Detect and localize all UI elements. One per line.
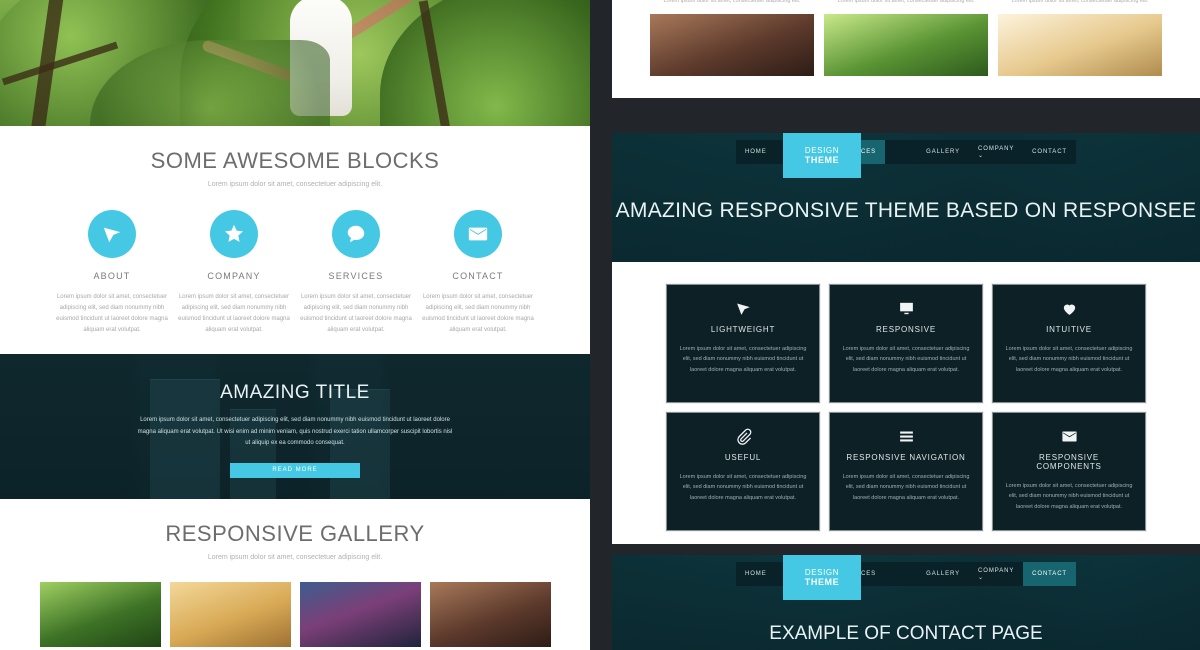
gallery-caption: Lorem ipsum dolor sit amet, consectetuer… [837,0,975,4]
gallery-item[interactable] [824,14,988,76]
hero-headline: AMAZING RESPONSIVE THEME BASED ON RESPON… [615,199,1197,222]
chat-bubble-icon [332,210,380,258]
feature-text: Lorem ipsum dolor sit amet, consectetuer… [1005,346,1133,373]
block-text: Lorem ipsum dolor sit amet, consectetuer… [422,294,534,334]
gallery-item[interactable]: Lorem ipsum dolor sit amet, consectetuer [169,582,291,650]
block-text: Lorem ipsum dolor sit amet, consectetuer… [300,294,412,334]
gallery-thumbnail[interactable] [39,582,161,648]
star-icon [210,210,258,258]
nav-item-home[interactable]: HOME [736,140,776,164]
gallery-item[interactable]: Lorem ipsum dolor sit amet, consectetuer [299,582,421,650]
screenshot-stage: SOME AWESOME BLOCKS Lorem ipsum dolor si… [0,0,1200,650]
block-label: COMPANY [207,271,261,281]
right-gallery-section: Lorem ipsum dolor sit amet, consectetuer… [612,0,1200,98]
band-text: Lorem ipsum dolor sit amet, consectetuer… [137,417,453,447]
contact-hero-section: HOME PRODUCT SERVICES GALLERY COMPANY ⌄ … [612,555,1200,650]
feature-card-lightweight[interactable]: LIGHTWEIGHT Lorem ipsum dolor sit amet, … [666,284,820,403]
block-label: ABOUT [93,271,131,281]
gallery-row: Lorem ipsum dolor sit amet, consectetuer… [612,0,1200,4]
blocks-row: ABOUT Lorem ipsum dolor sit amet, consec… [0,210,590,336]
cursor-arrow-icon [88,210,136,258]
gallery-thumbnail[interactable] [169,582,291,648]
hero-forest-photo [0,0,590,126]
feature-text: Lorem ipsum dolor sit amet, consectetuer… [842,474,970,501]
logo-line-2: THEME [804,577,840,587]
right-page-preview: Lorem ipsum dolor sit amet, consectetuer… [600,0,1200,650]
nav-item-gallery[interactable]: GALLERY [917,140,969,164]
nav-item-company[interactable]: COMPANY ⌄ [969,140,1023,164]
feature-text: Lorem ipsum dolor sit amet, consectetuer… [842,346,970,373]
gallery-thumbnail[interactable] [824,14,988,76]
gallery-item[interactable]: Lorem ipsum dolor sit amet, consectetuer… [998,0,1162,4]
monitor-icon [842,297,970,319]
block-text: Lorem ipsum dolor sit amet, consectetuer… [178,294,290,334]
gallery-grid: Lorem ipsum dolor sit amet, consectetuer… [0,582,590,650]
nav-item-company[interactable]: COMPANY ⌄ [969,562,1023,586]
site-logo[interactable]: DESIGN THEME [783,555,861,600]
block-about[interactable]: ABOUT Lorem ipsum dolor sit amet, consec… [51,210,173,336]
feature-title: RESPONSIVE COMPONENTS [1036,453,1102,471]
gallery-item[interactable]: Lorem ipsum dolor sit amet, consectetuer [429,582,551,650]
feature-card-responsive-components[interactable]: RESPONSIVE COMPONENTS Lorem ipsum dolor … [992,412,1146,531]
feature-text: Lorem ipsum dolor sit amet, consectetuer… [1005,483,1133,510]
gallery-row [612,14,1200,76]
envelope-icon [1005,425,1133,447]
gallery-caption: Lorem ipsum dolor sit amet, consectetuer… [663,0,801,4]
gallery-title: RESPONSIVE GALLERY [165,521,425,547]
amazing-title-band: AMAZING TITLE Lorem ipsum dolor sit amet… [0,354,590,500]
feature-text: Lorem ipsum dolor sit amet, consectetuer… [679,346,807,373]
paperclip-icon [679,425,807,447]
nav-item-contact[interactable]: CONTACT [1023,562,1076,586]
feature-card-responsive[interactable]: RESPONSIVE Lorem ipsum dolor sit amet, c… [829,284,983,403]
contact-headline: EXAMPLE OF CONTACT PAGE [769,623,1043,644]
envelope-icon [454,210,502,258]
awesome-blocks-section: SOME AWESOME BLOCKS Lorem ipsum dolor si… [0,126,590,355]
hamburger-menu-icon [842,425,970,447]
gallery-thumbnail[interactable] [650,14,814,76]
right-hero-section: HOME PRODUCT SERVICES GALLERY COMPANY ⌄ … [612,133,1200,262]
section-subtitle: Lorem ipsum dolor sit amet, consectetuer… [207,181,383,188]
block-label: CONTACT [452,271,504,281]
left-page-preview: SOME AWESOME BLOCKS Lorem ipsum dolor si… [0,0,590,650]
gallery-thumbnail[interactable] [299,582,421,648]
feature-card-responsive-navigation[interactable]: RESPONSIVE NAVIGATION Lorem ipsum dolor … [829,412,983,531]
feature-card-useful[interactable]: USEFUL Lorem ipsum dolor sit amet, conse… [666,412,820,531]
gallery-item[interactable] [650,14,814,76]
logo-line-2: THEME [804,155,840,165]
nav-item-contact[interactable]: CONTACT [1023,140,1076,164]
gallery-item[interactable] [998,14,1162,76]
gallery-item[interactable]: Lorem ipsum dolor sit amet, consectetuer [39,582,161,650]
feature-title: RESPONSIVE [875,325,936,334]
page-title: SOME AWESOME BLOCKS [150,148,440,173]
feature-text: Lorem ipsum dolor sit amet, consectetuer… [679,474,807,501]
cursor-arrow-icon [679,297,807,319]
feature-card-intuitive[interactable]: INTUITIVE Lorem ipsum dolor sit amet, co… [992,284,1146,403]
gallery-item[interactable]: Lorem ipsum dolor sit amet, consectetuer… [824,0,988,4]
gallery-subtitle: Lorem ipsum dolor sit amet, consectetuer… [207,554,383,562]
feature-title: USEFUL [724,453,762,462]
read-more-button[interactable]: READ MORE [230,462,360,478]
responsive-gallery-section: RESPONSIVE GALLERY Lorem ipsum dolor sit… [0,499,590,650]
gallery-item[interactable]: Lorem ipsum dolor sit amet, consectetuer… [650,0,814,4]
features-section: LIGHTWEIGHT Lorem ipsum dolor sit amet, … [612,262,1200,544]
block-services[interactable]: SERVICES Lorem ipsum dolor sit amet, con… [295,210,417,336]
gallery-caption: Lorem ipsum dolor sit amet, consectetuer… [1011,0,1149,4]
nav-item-home[interactable]: HOME [736,562,776,586]
gallery-thumbnail[interactable] [998,14,1162,76]
band-title: AMAZING TITLE [220,382,370,404]
features-grid: LIGHTWEIGHT Lorem ipsum dolor sit amet, … [612,284,1200,531]
block-company[interactable]: COMPANY Lorem ipsum dolor sit amet, cons… [173,210,295,336]
block-label: SERVICES [328,271,384,281]
site-logo[interactable]: DESIGN THEME [783,133,861,178]
gallery-thumbnail[interactable] [429,582,551,648]
block-contact[interactable]: CONTACT Lorem ipsum dolor sit amet, cons… [417,210,539,336]
feature-title: INTUITIVE [1046,325,1092,334]
block-text: Lorem ipsum dolor sit amet, consectetuer… [56,294,168,334]
heart-icon [1005,297,1133,319]
logo-line-1: DESIGN [804,568,840,577]
nav-item-gallery[interactable]: GALLERY [917,562,969,586]
feature-title: LIGHTWEIGHT [710,325,776,334]
logo-line-1: DESIGN [804,146,840,155]
feature-title: RESPONSIVE NAVIGATION [846,453,966,462]
